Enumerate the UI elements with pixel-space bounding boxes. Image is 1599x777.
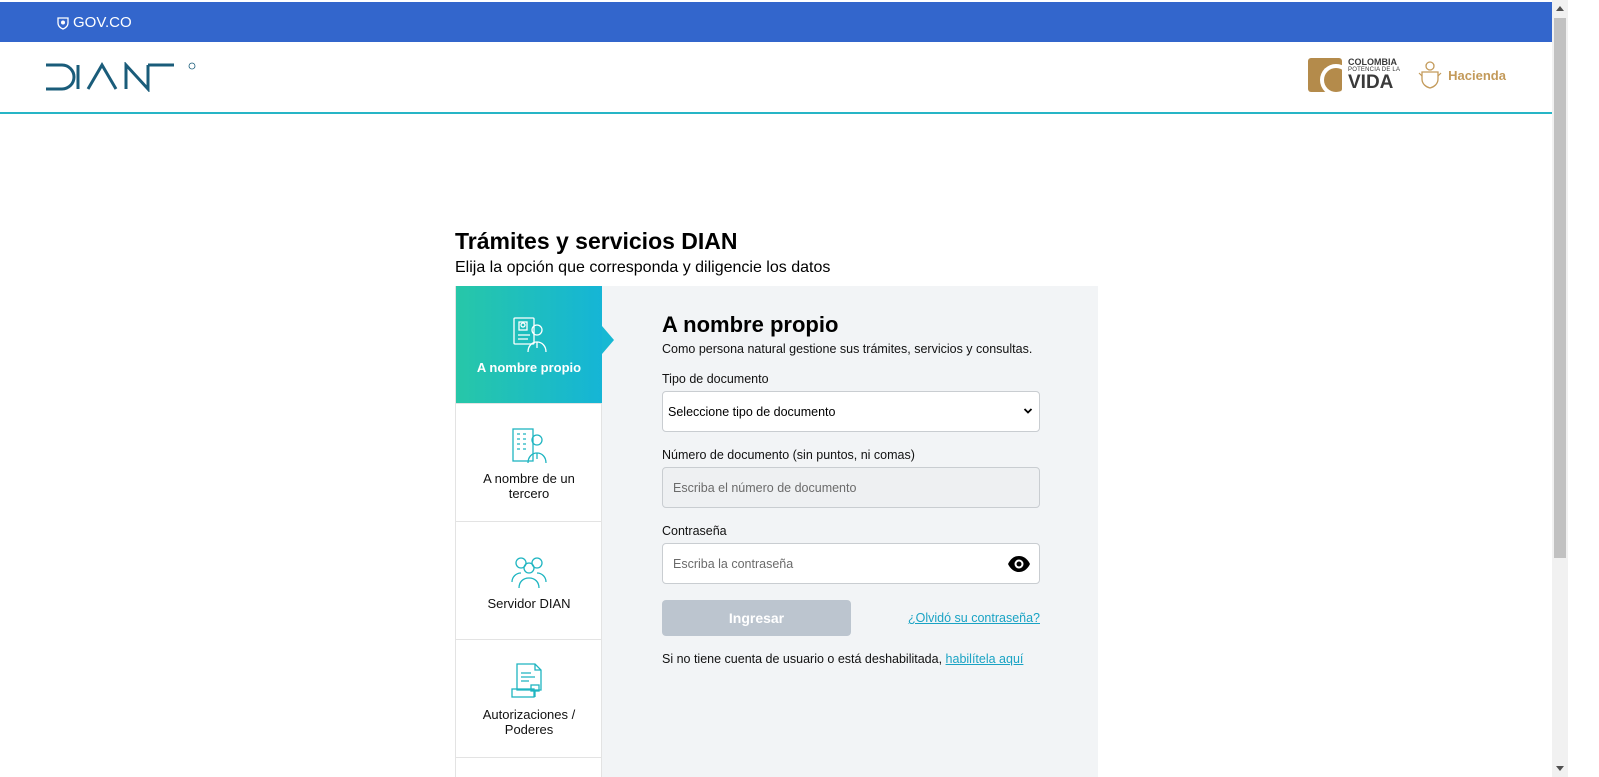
hacienda-label: Hacienda: [1448, 67, 1506, 83]
login-panel: A nombre propio A nombre de un tercero S…: [455, 286, 1098, 777]
government-logos: COLOMBIA POTENCIA DE LA VIDA Hacienda: [1308, 58, 1506, 92]
doc-type-select[interactable]: Seleccione tipo de documento: [662, 391, 1040, 432]
login-button[interactable]: Ingresar: [662, 600, 851, 636]
password-input[interactable]: Escriba la contraseña: [662, 543, 1040, 584]
gov-co-link[interactable]: GOV.CO: [56, 14, 132, 31]
actions-row: Ingresar ¿Olvidó su contraseña?: [662, 600, 1040, 636]
login-form: A nombre propio Como persona natural ges…: [662, 312, 1040, 666]
doc-number-input[interactable]: Escriba el número de documento: [662, 467, 1040, 508]
tab-label: Autorizaciones / Poderes: [482, 706, 576, 737]
tab-autorizaciones-poderes[interactable]: Autorizaciones / Poderes: [456, 640, 602, 758]
colombia-potencia-vida-logo: COLOMBIA POTENCIA DE LA VIDA: [1308, 58, 1400, 92]
scrollbar-thumb[interactable]: [1554, 18, 1566, 558]
page-scrollbar[interactable]: [1552, 0, 1568, 777]
tab-label: A nombre de un tercero: [483, 470, 575, 501]
page-subtitle: Elija la opción que corresponda y dilige…: [455, 259, 831, 276]
doc-type-label: Tipo de documento: [662, 372, 769, 386]
tab-servidor-dian[interactable]: Servidor DIAN: [456, 522, 602, 640]
tab-label: A nombre propio: [476, 360, 582, 375]
group-people-icon: [511, 557, 547, 589]
user-type-tabs: A nombre propio A nombre de un tercero S…: [455, 286, 614, 777]
tab-nombre-propio[interactable]: A nombre propio: [456, 286, 614, 404]
password-label: Contraseña: [662, 524, 727, 538]
site-header: COLOMBIA POTENCIA DE LA VIDA Hacienda: [0, 42, 1552, 114]
enable-account-link[interactable]: habilítela aquí: [946, 652, 1024, 666]
tab-nombre-tercero[interactable]: A nombre de un tercero: [456, 404, 602, 522]
tab-label: Servidor DIAN: [487, 596, 571, 611]
signup-line: Si no tiene cuenta de usuario o está des…: [662, 652, 1040, 666]
scroll-down-icon[interactable]: [1556, 766, 1564, 771]
signup-text: Si no tiene cuenta de usuario o está des…: [662, 652, 943, 666]
building-person-icon: [512, 427, 547, 463]
doc-number-label: Número de documento (sin puntos, ni coma…: [662, 448, 915, 462]
document-stamp-icon: [511, 662, 542, 698]
hacienda-logo: Hacienda: [1418, 60, 1506, 90]
gov-bar: GOV.CO: [0, 0, 1568, 42]
cv-line3: VIDA: [1348, 72, 1394, 93]
page-title: Trámites y servicios DIAN: [455, 228, 738, 254]
person-id-card-icon: [513, 317, 547, 353]
cv-line1: COLOMBIA: [1348, 57, 1397, 67]
gov-co-label: GOV.CO: [73, 14, 132, 31]
doc-number-placeholder: Escriba el número de documento: [673, 480, 857, 495]
dian-logo[interactable]: [44, 62, 196, 92]
colombia-mark-icon: [1308, 58, 1342, 92]
doc-type-value: Seleccione tipo de documento: [668, 404, 836, 419]
scroll-up-icon[interactable]: [1556, 6, 1564, 11]
forgot-password-link[interactable]: ¿Olvidó su contraseña?: [908, 611, 1040, 625]
eye-icon[interactable]: [1007, 554, 1031, 574]
shield-icon: [57, 16, 69, 30]
password-placeholder: Escriba la contraseña: [673, 556, 794, 571]
chevron-down-icon: [1023, 408, 1033, 414]
form-description: Como persona natural gestione sus trámit…: [662, 342, 1033, 356]
coat-of-arms-icon: [1418, 61, 1442, 89]
form-heading: A nombre propio: [662, 312, 839, 337]
